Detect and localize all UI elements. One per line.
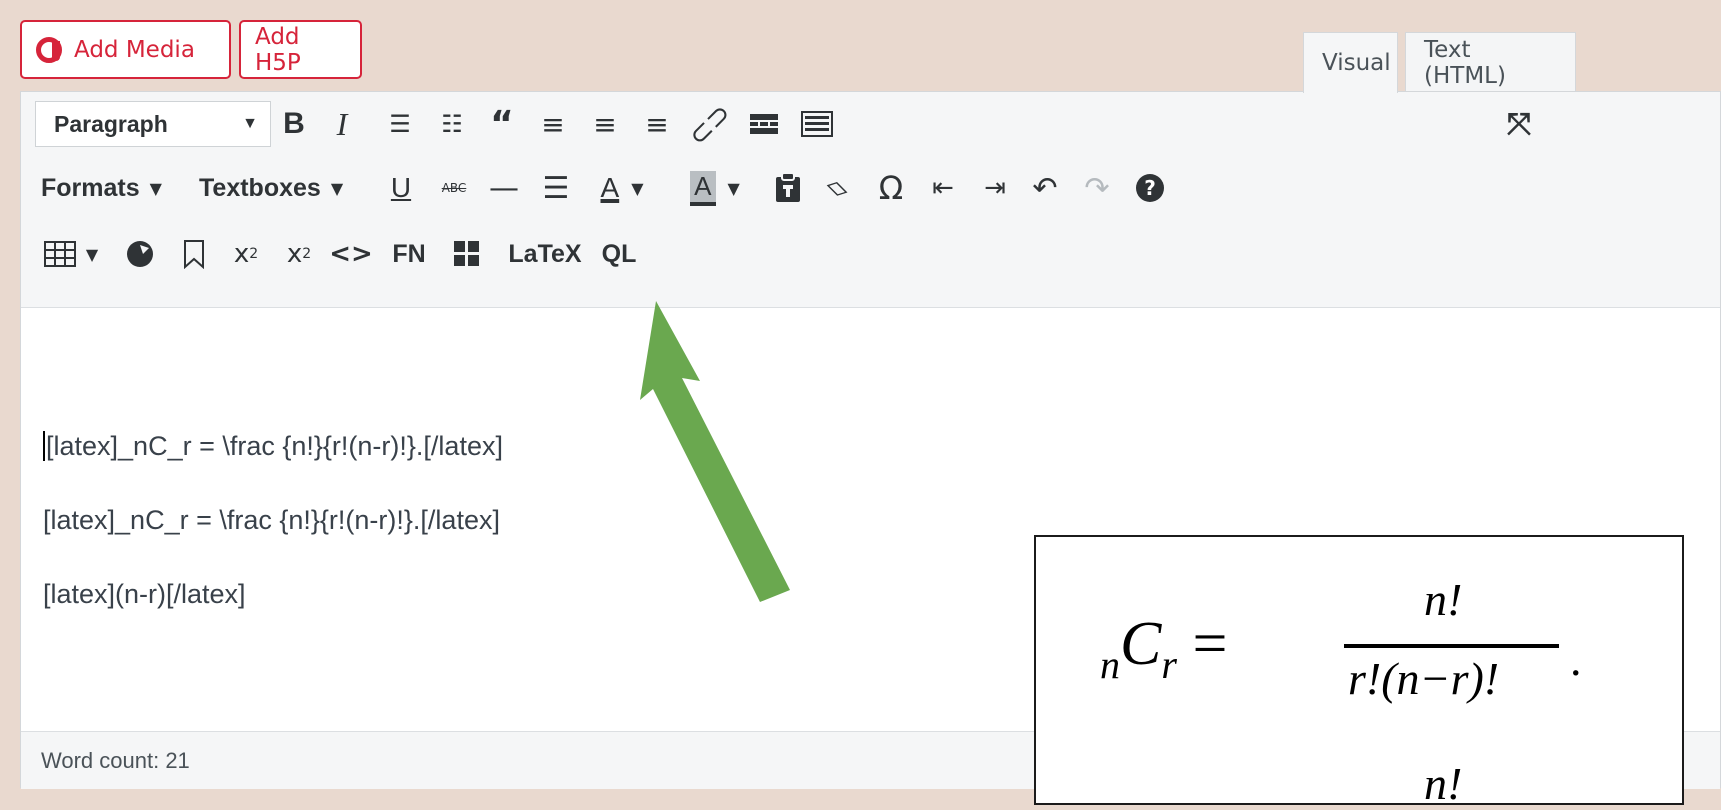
redo-icon[interactable]: ↷ [1076, 158, 1118, 218]
italic-icon[interactable]: I [321, 94, 363, 154]
tab-text-html[interactable]: Text (HTML) [1405, 32, 1576, 92]
formats-menu[interactable]: Formats ▼ [41, 158, 179, 218]
ql-label: QL [601, 239, 637, 268]
special-character-icon[interactable]: Ω [870, 158, 912, 218]
toolbar-toggle-icon[interactable] [796, 94, 838, 154]
chevron-down-icon: ▼ [149, 178, 162, 198]
content-line-1[interactable]: [latex]_nC_r = \frac {n!}{r!(n-r)!}.[/la… [43, 431, 503, 462]
bold-icon[interactable]: B [273, 94, 315, 154]
bookmark-icon[interactable] [173, 224, 215, 284]
tab-visual-label: Visual [1322, 50, 1391, 76]
formula-lhs: nCr = [1100, 610, 1228, 687]
align-right-icon[interactable]: ≡ [636, 94, 678, 154]
content-line-2-text: [latex]_nC_r = \frac {n!}{r!(n-r)!}.[/la… [43, 505, 500, 535]
paragraph-select[interactable]: Paragraph ▼ [35, 101, 271, 147]
textboxes-label: Textboxes [199, 173, 321, 202]
content-line-3-text: [latex](n-r)[/latex] [43, 579, 246, 609]
help-icon[interactable]: ? [1129, 158, 1171, 218]
indent-icon[interactable]: ⇥ [974, 158, 1016, 218]
chevron-down-icon: ▼ [631, 178, 644, 198]
content-line-3[interactable]: [latex](n-r)[/latex] [43, 579, 246, 610]
formula-preview: nCr = n! r!(n−r)! . n! [1034, 535, 1684, 809]
textboxes-menu[interactable]: Textboxes ▼ [199, 158, 379, 218]
editor-toolbar: Paragraph ▼ B I ☰ ☷ “ ≡ ≡ ≡ ⊂⊃ ⤧ Formats… [21, 92, 1720, 308]
background-color-icon: A [690, 170, 716, 206]
fullscreen-icon[interactable]: ⤧ [1497, 94, 1541, 154]
blockquote-icon[interactable]: “ [481, 94, 523, 154]
fn-label: FN [392, 239, 426, 268]
word-count: Word count: 21 [41, 747, 190, 773]
align-left-icon[interactable]: ≡ [532, 94, 574, 154]
formula-numerator: n! [1424, 574, 1463, 625]
read-more-icon[interactable] [743, 94, 785, 154]
h5p-icon[interactable] [119, 224, 161, 284]
fraction-bar [1344, 644, 1559, 648]
media-icon [36, 36, 62, 63]
formula-dot: . [1570, 634, 1582, 685]
link-icon[interactable]: ⊂⊃ [673, 88, 745, 160]
paste-text-icon[interactable] [767, 158, 809, 218]
strikethrough-icon[interactable]: ABC [434, 158, 474, 218]
justify-icon[interactable]: ☰ [535, 158, 577, 218]
paragraph-select-value: Paragraph [54, 110, 168, 137]
code-icon[interactable]: <> [328, 224, 374, 284]
toolbar-row-1: Paragraph ▼ B I ☰ ☷ “ ≡ ≡ ≡ ⊂⊃ ⤧ [21, 94, 1720, 154]
latex-label: LaTeX [508, 239, 582, 268]
text-color-icon: A [600, 172, 620, 203]
add-media-button[interactable]: Add Media [20, 20, 231, 79]
ql-button[interactable]: QL [595, 224, 643, 284]
tab-visual[interactable]: Visual [1303, 32, 1398, 93]
chevron-down-icon: ▼ [727, 178, 740, 198]
formula-numerator-2: n! [1424, 758, 1463, 809]
tab-text-html-label: Text (HTML) [1424, 36, 1506, 89]
toolbar-row-2: Formats ▼ Textboxes ▼ U ABC — ☰ A ▼ A ▼ [21, 158, 1720, 218]
formats-label: Formats [41, 173, 140, 202]
add-h5p-button[interactable]: Add H5P [239, 20, 362, 79]
underline-icon[interactable]: U [383, 158, 419, 218]
glossary-icon[interactable] [446, 224, 488, 284]
clear-formatting-icon[interactable]: ▱ [802, 152, 874, 224]
chevron-down-icon: ▼ [242, 115, 258, 132]
subscript-icon[interactable]: x2 [278, 224, 320, 284]
chevron-down-icon: ▼ [85, 244, 99, 264]
chevron-down-icon: ▼ [330, 178, 344, 198]
latex-button[interactable]: LaTeX [499, 224, 591, 284]
bullet-list-icon[interactable]: ☰ [379, 94, 421, 154]
table-button[interactable]: ▼ [37, 224, 105, 284]
undo-icon[interactable]: ↶ [1024, 158, 1066, 218]
content-line-1-text: [latex]_nC_r = \frac {n!}{r!(n-r)!}.[/la… [46, 431, 503, 461]
footnote-button[interactable]: FN [383, 224, 435, 284]
formula-denominator: r!(n−r)! [1348, 653, 1500, 704]
add-h5p-label: Add H5P [255, 23, 301, 76]
add-media-label: Add Media [74, 36, 195, 63]
superscript-icon[interactable]: x2 [225, 224, 267, 284]
align-center-icon[interactable]: ≡ [584, 94, 626, 154]
text-color-button[interactable]: A ▼ [587, 158, 657, 218]
horizontal-line-icon[interactable]: — [484, 158, 524, 218]
table-icon [43, 241, 76, 267]
numbered-list-icon[interactable]: ☷ [431, 94, 473, 154]
outdent-icon[interactable]: ⇤ [922, 158, 964, 218]
toolbar-row-3: ▼ x2 x2 <> FN LaTeX QL [21, 224, 1720, 284]
content-line-2[interactable]: [latex]_nC_r = \frac {n!}{r!(n-r)!}.[/la… [43, 505, 500, 536]
background-color-button[interactable]: A ▼ [677, 158, 753, 218]
